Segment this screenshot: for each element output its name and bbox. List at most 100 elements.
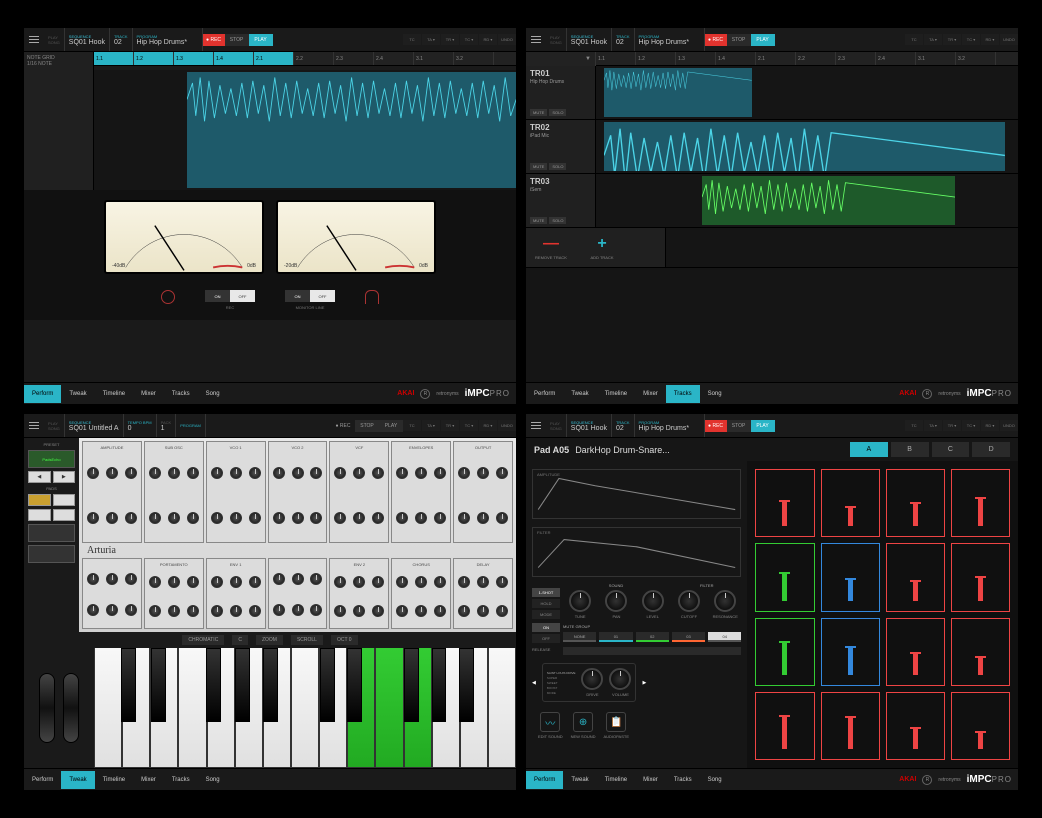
ruler-tick[interactable]: 2.2	[796, 52, 836, 65]
sequence-field[interactable]: SEQUENCESQ01 Hook	[567, 28, 612, 51]
pad-d-button[interactable]	[53, 509, 76, 521]
synth-knob[interactable]	[168, 512, 180, 524]
ruler-tick[interactable]: 2.3	[836, 52, 876, 65]
bank-button[interactable]: B	[891, 442, 929, 457]
synth-knob[interactable]	[434, 605, 446, 617]
bank-button[interactable]: A	[850, 442, 888, 457]
black-key[interactable]	[151, 648, 166, 722]
side-slot[interactable]	[28, 524, 75, 542]
synth-knob[interactable]	[187, 605, 199, 617]
ruler-tick[interactable]: 3.1	[916, 52, 956, 65]
toolbar-mini-button[interactable]: TA ▾	[422, 420, 440, 431]
play-button[interactable]: PLAY	[751, 34, 775, 46]
synth-knob[interactable]	[292, 604, 304, 616]
record-button[interactable]: ● REC	[331, 420, 355, 432]
synth-knob[interactable]	[249, 576, 261, 588]
ruler-tick[interactable]: 1.1	[94, 52, 134, 65]
amplitude-envelope[interactable]: AMPLITUDE	[532, 469, 741, 519]
ruler-tick[interactable]: 2.1	[254, 52, 294, 65]
synth-knob[interactable]	[149, 467, 161, 479]
black-key[interactable]	[459, 648, 474, 722]
tab-song[interactable]: Song	[198, 385, 228, 403]
toolbar-mini-button[interactable]: TA ▾	[924, 34, 942, 45]
menu-icon[interactable]	[526, 422, 546, 429]
on-off-toggle[interactable]: ONOFF	[532, 623, 560, 643]
drum-pad[interactable]	[755, 618, 814, 686]
keyboard-tool[interactable]: SCROLL	[291, 635, 323, 645]
drum-pad[interactable]	[821, 543, 880, 611]
keyboard-tool[interactable]: CHROMATIC	[182, 635, 224, 645]
synth-knob[interactable]	[477, 512, 489, 524]
drum-pad[interactable]	[821, 469, 880, 537]
track-header[interactable]: TR01Hip Hop DrumsMUTESOLO	[526, 66, 596, 119]
white-key[interactable]	[291, 648, 319, 768]
synth-knob[interactable]	[292, 467, 304, 479]
ruler-tick[interactable]: 1.2	[134, 52, 174, 65]
synth-knob[interactable]	[273, 512, 285, 524]
tab-tweak[interactable]: Tweak	[563, 385, 596, 403]
drum-pad[interactable]	[951, 543, 1010, 611]
synth-knob[interactable]	[168, 467, 180, 479]
solo-button[interactable]: SOLO	[549, 217, 566, 224]
pad-c-button[interactable]	[28, 509, 51, 521]
synth-knob[interactable]	[249, 512, 261, 524]
synth-knob[interactable]	[415, 467, 427, 479]
synth-knob[interactable]	[310, 573, 322, 585]
toolbar-mini-button[interactable]: UNDO	[498, 34, 516, 45]
tab-timeline[interactable]: Timeline	[597, 771, 635, 789]
black-key[interactable]	[320, 648, 335, 722]
ruler-tick[interactable]: 2.4	[374, 52, 414, 65]
program-field[interactable]: PROGRAMHip Hop Drums*	[133, 28, 203, 51]
synth-knob[interactable]	[353, 576, 365, 588]
program-field[interactable]: PROGRAMHip Hop Drums*	[635, 28, 705, 51]
preset-display[interactable]: PadsEcho	[28, 450, 75, 468]
mute-button[interactable]: MUTE	[530, 163, 547, 170]
filter-envelope[interactable]: FILTER	[532, 527, 741, 577]
stop-button[interactable]: STOP	[727, 420, 751, 432]
synth-knob[interactable]	[187, 576, 199, 588]
ruler-tick[interactable]: 3.2	[956, 52, 996, 65]
synth-knob[interactable]	[87, 512, 99, 524]
synth-knob[interactable]	[458, 467, 470, 479]
record-button[interactable]: ● REC	[705, 34, 727, 46]
remove-track-button[interactable]: —REMOVE TRACK	[526, 228, 576, 267]
ruler-tick[interactable]: 1.3	[174, 52, 214, 65]
track-field[interactable]: TRACK02	[612, 414, 635, 437]
drum-pad[interactable]	[886, 692, 945, 760]
synth-knob[interactable]	[396, 576, 408, 588]
tab-timeline[interactable]: Timeline	[597, 385, 635, 403]
toolbar-mini-button[interactable]: TC	[403, 34, 421, 45]
play-mode-toggle[interactable]: 1-SHOTHOLDMODE	[532, 588, 560, 619]
tab-perform[interactable]: Perform	[24, 771, 61, 789]
drum-pad[interactable]	[886, 543, 945, 611]
drum-pad[interactable]	[886, 618, 945, 686]
synth-knob[interactable]	[273, 604, 285, 616]
mute-group-button[interactable]: 04	[708, 632, 741, 642]
synth-knob[interactable]	[434, 467, 446, 479]
synth-knob[interactable]	[334, 605, 346, 617]
synth-knob[interactable]	[149, 512, 161, 524]
tab-timeline[interactable]: Timeline	[95, 771, 133, 789]
play-button[interactable]: PLAY	[249, 34, 273, 46]
synth-knob[interactable]	[106, 467, 118, 479]
track-lane[interactable]	[596, 66, 1018, 119]
toolbar-mini-button[interactable]: UNDO	[1000, 420, 1018, 431]
menu-icon[interactable]	[526, 36, 546, 43]
synth-knob[interactable]	[230, 512, 242, 524]
tab-mixer[interactable]: Mixer	[133, 385, 164, 403]
white-key[interactable]	[178, 648, 206, 768]
play-button[interactable]: PLAY	[751, 420, 775, 432]
black-key[interactable]	[206, 648, 221, 722]
synth-knob[interactable]	[211, 512, 223, 524]
synth-knob[interactable]	[249, 467, 261, 479]
ruler-tick[interactable]: 1.4	[716, 52, 756, 65]
synth-knob[interactable]	[477, 605, 489, 617]
monitor-switch[interactable]: ONOFFMONITOR LINE	[285, 290, 335, 310]
play-song-toggle[interactable]: PLAYSONG	[44, 28, 65, 51]
synth-knob[interactable]	[211, 576, 223, 588]
tab-tweak[interactable]: Tweak	[61, 771, 94, 789]
tune-knob[interactable]: TUNE	[564, 590, 596, 619]
drum-pad[interactable]	[951, 692, 1010, 760]
ruler-tick[interactable]: 1.1	[596, 52, 636, 65]
waveform-lane[interactable]	[94, 70, 516, 190]
